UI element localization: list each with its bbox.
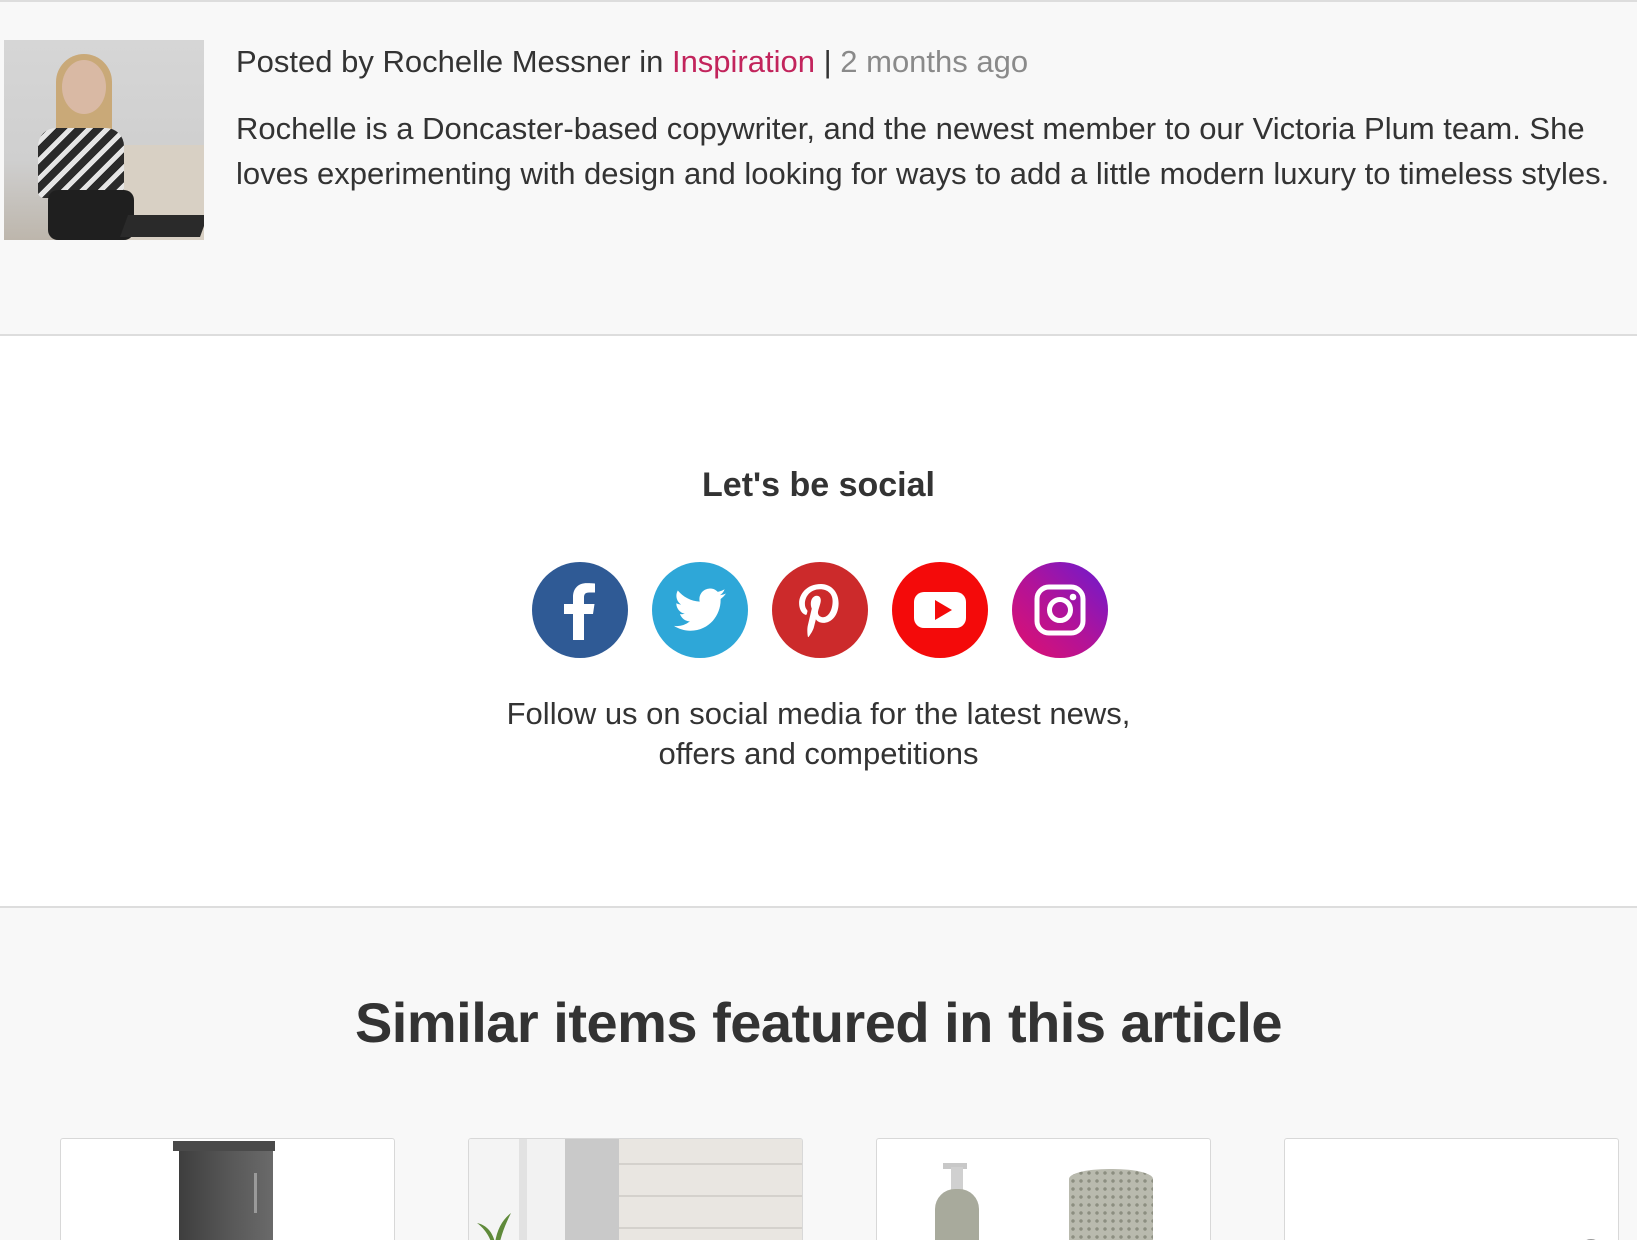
social-follow-text: Follow us on social media for the latest…: [0, 694, 1637, 774]
posted-by-prefix: Posted by: [236, 44, 383, 79]
product-card[interactable]: [60, 1138, 395, 1240]
product-image-bathroom: [469, 1139, 802, 1240]
social-title: Let's be social: [702, 466, 935, 504]
author-name: Rochelle Messner: [382, 44, 631, 79]
product-card[interactable]: [468, 1138, 803, 1240]
post-meta: Posted by Rochelle Messner in Inspiratio…: [236, 42, 1028, 82]
instagram-icon[interactable]: [1012, 562, 1108, 658]
social-follow-line-1: Follow us on social media for the latest…: [506, 696, 1131, 731]
pinterest-icon[interactable]: [772, 562, 868, 658]
facebook-icon[interactable]: [532, 562, 628, 658]
in-word: in: [630, 44, 672, 79]
author-photo: [4, 40, 204, 240]
author-bio: Rochelle is a Doncaster-based copywriter…: [236, 111, 1610, 191]
social-icons: [532, 562, 1108, 658]
twitter-icon[interactable]: [652, 562, 748, 658]
product-card[interactable]: [1284, 1138, 1619, 1240]
post-time-ago: 2 months ago: [840, 44, 1029, 79]
youtube-icon[interactable]: [892, 562, 988, 658]
author-section: Posted by Rochelle Messner in Inspiratio…: [0, 0, 1637, 336]
social-follow-line-2: offers and competitions: [658, 736, 979, 771]
product-card[interactable]: [876, 1138, 1211, 1240]
meta-separator: |: [814, 44, 841, 79]
similar-items-section: Similar items featured in this article: [0, 906, 1637, 1240]
similar-items-title: Similar items featured in this article: [354, 991, 1283, 1054]
product-image-cabinet: [173, 1141, 275, 1240]
social-section: Let's be social Follow us on social medi…: [0, 336, 1637, 908]
category-link[interactable]: Inspiration: [672, 44, 815, 79]
